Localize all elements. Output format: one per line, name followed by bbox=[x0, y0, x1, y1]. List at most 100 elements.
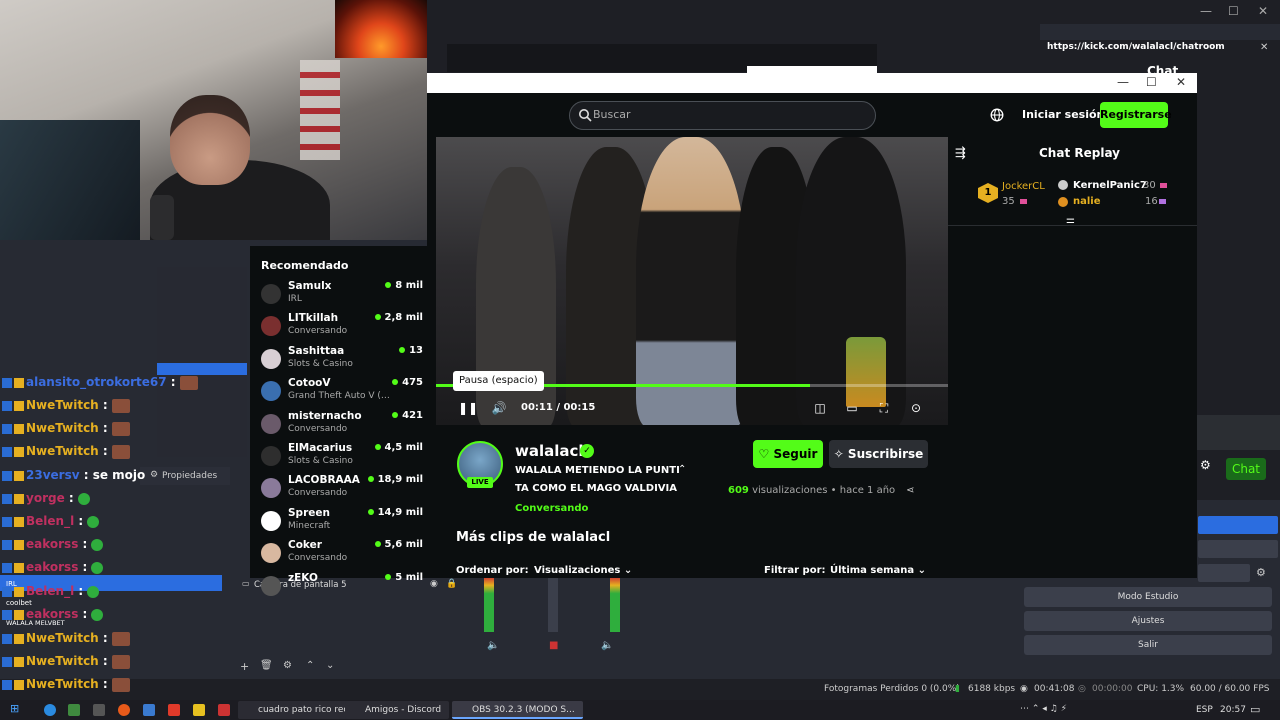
sidebar-channel[interactable]: ElMacarius Slots & Casino 4,5 mil bbox=[259, 442, 425, 474]
brave-icon[interactable] bbox=[168, 704, 180, 716]
app-icon[interactable] bbox=[143, 704, 155, 716]
down-arrow-icon[interactable]: ⌄ bbox=[326, 660, 334, 671]
filter-select[interactable]: Última semana ⌄ bbox=[830, 565, 926, 576]
share-icon[interactable]: ⋖ bbox=[906, 485, 918, 497]
user-badge-icon bbox=[1058, 197, 1068, 207]
close-icon[interactable]: ✕ bbox=[1258, 4, 1268, 18]
streamer-name[interactable]: walalacl bbox=[515, 442, 584, 460]
globe-icon[interactable] bbox=[990, 108, 1004, 122]
gift-badge-icon bbox=[14, 679, 24, 690]
chevron-up-icon[interactable]: ⌃ bbox=[678, 464, 686, 475]
sidebar-channel[interactable]: LACOBRAAA Conversando 18,9 mil bbox=[259, 474, 425, 506]
subscribe-button[interactable]: ✧ Suscribirse bbox=[829, 440, 928, 468]
settings-gear-icon[interactable]: ⚙ bbox=[1256, 566, 1266, 579]
channel-avatar bbox=[261, 381, 281, 402]
firefox-icon[interactable] bbox=[118, 704, 130, 716]
fps: 60.00 / 60.00 FPS bbox=[1190, 684, 1270, 694]
chat-message: yorge : bbox=[2, 491, 90, 505]
channel-category: Conversando bbox=[288, 326, 348, 337]
chat-username: eakorss bbox=[26, 560, 79, 574]
trash-icon[interactable]: 🗑 bbox=[260, 660, 273, 671]
chat-message: NweTwitch : bbox=[2, 631, 130, 646]
rec-indicator-icon: ◉ bbox=[1020, 684, 1028, 694]
clip-category[interactable]: Conversando bbox=[515, 503, 588, 514]
clock[interactable]: 20:57 bbox=[1220, 705, 1246, 715]
exit-button[interactable]: Salir bbox=[1024, 635, 1272, 655]
eye-icon[interactable]: ◉ bbox=[430, 579, 438, 589]
sub-badge-icon bbox=[2, 470, 12, 481]
pause-icon[interactable]: ❚❚ bbox=[458, 401, 478, 417]
chat-username: Belen_l bbox=[26, 514, 75, 528]
bottle-image bbox=[846, 337, 886, 407]
taskbar-app-obs[interactable]: OBS 30.2.3 (MODO S... bbox=[452, 701, 583, 719]
minimize-icon[interactable]: — bbox=[1200, 4, 1212, 18]
mute-icon[interactable]: ■ bbox=[549, 640, 558, 651]
channel-name: LITkillah bbox=[288, 312, 339, 325]
sidebar-channel[interactable]: Spreen Minecraft 14,9 mil bbox=[259, 507, 425, 539]
chat-username: yorge bbox=[26, 491, 65, 505]
edge-icon[interactable] bbox=[44, 704, 56, 716]
channel-name: LACOBRAAA bbox=[288, 474, 360, 487]
speed-icon[interactable]: ⊙ bbox=[908, 401, 924, 417]
register-button[interactable]: Registrarse bbox=[1100, 102, 1172, 128]
gift-badge-icon bbox=[14, 446, 24, 457]
sidebar-channel[interactable]: zEKO 5 mil bbox=[259, 572, 425, 604]
follow-button[interactable]: ♡ Seguir bbox=[753, 440, 823, 468]
speaker-icon[interactable]: 🔈 bbox=[601, 640, 613, 651]
obs-titlebar: — ☐ ✕ bbox=[1040, 0, 1280, 24]
minimize-icon[interactable]: — bbox=[1117, 75, 1129, 89]
gear-icon[interactable]: ⚙ bbox=[1200, 458, 1211, 472]
store-icon[interactable] bbox=[68, 704, 80, 716]
expand-leaderboard-icon[interactable]: ☰ bbox=[1066, 218, 1075, 229]
add-icon[interactable]: + bbox=[240, 660, 249, 673]
channel-viewers: 13 bbox=[399, 345, 423, 356]
taskbar-app-discord[interactable]: Amigos - Discord bbox=[345, 701, 450, 719]
emote-icon bbox=[111, 421, 130, 436]
up-arrow-icon[interactable]: ⌃ bbox=[306, 660, 314, 671]
speaker-icon[interactable]: 🔈 bbox=[487, 640, 499, 651]
sidebar-channel[interactable]: Coker Conversando 5,6 mil bbox=[259, 539, 425, 571]
fullscreen-icon[interactable]: ⛶ bbox=[876, 401, 892, 417]
settings-button[interactable]: Ajustes bbox=[1024, 611, 1272, 631]
notification-icon[interactable]: ▭ bbox=[1250, 703, 1260, 716]
sidebar-channel[interactable]: Sashittaa Slots & Casino 13 bbox=[259, 345, 425, 377]
maximize-icon[interactable]: ☐ bbox=[1228, 4, 1239, 18]
popup-close-icon[interactable]: ✕ bbox=[1260, 42, 1268, 53]
folder-icon[interactable] bbox=[193, 704, 205, 716]
theater-icon[interactable]: ▭ bbox=[844, 401, 860, 417]
sidebar-channel[interactable]: CotooV Grand Theft Auto V (G... 475 bbox=[259, 377, 425, 409]
volume-icon[interactable]: 🔊 bbox=[491, 401, 507, 417]
settings-gear-icon[interactable]: ⚙ bbox=[283, 660, 292, 671]
obs-grey-button-2[interactable] bbox=[1198, 564, 1250, 582]
mail-icon[interactable] bbox=[93, 704, 105, 716]
start-icon[interactable]: ⊞ bbox=[10, 702, 19, 715]
fireplace-image bbox=[335, 0, 427, 58]
collapse-chat-icon[interactable]: ⇶ bbox=[955, 146, 966, 161]
sort-select[interactable]: Visualizaciones ⌄ bbox=[534, 565, 632, 576]
app-icon[interactable] bbox=[218, 704, 230, 716]
popup-chat-button[interactable]: Chat bbox=[1226, 458, 1266, 480]
sidebar-channel[interactable]: Samulx IRL 8 mil bbox=[259, 280, 425, 312]
clip-views: 609 visualizaciones • hace 1 año bbox=[728, 485, 895, 496]
obs-grey-button[interactable] bbox=[1198, 540, 1278, 558]
gift-badge-icon bbox=[14, 423, 24, 434]
more-clips-title: Más clips de walalacl bbox=[456, 530, 611, 545]
leader-name: nalie bbox=[1073, 196, 1101, 207]
obs-blue-button[interactable] bbox=[1198, 516, 1278, 534]
chat-message: NweTwitch : bbox=[2, 444, 130, 459]
tray-icons[interactable]: ⋯ ⌃ ◂ ♫ ⚡ bbox=[1020, 704, 1067, 714]
login-link[interactable]: Iniciar sesión bbox=[1022, 108, 1104, 121]
close-icon[interactable]: ✕ bbox=[1176, 75, 1186, 89]
sidebar-channel[interactable]: LITkillah Conversando 2,8 mil bbox=[259, 312, 425, 344]
chat-separator: : bbox=[74, 584, 84, 598]
maximize-icon[interactable]: ☐ bbox=[1146, 75, 1157, 89]
lock-icon[interactable]: 🔒 bbox=[446, 579, 457, 589]
emote-icon bbox=[87, 585, 100, 598]
chat-message: eakorss : bbox=[2, 607, 104, 621]
chat-separator: : bbox=[98, 444, 108, 458]
language[interactable]: ESP bbox=[1196, 705, 1213, 715]
sub-badge-icon bbox=[2, 446, 12, 457]
sidebar-channel[interactable]: misternacho Conversando 421 bbox=[259, 410, 425, 442]
studio-mode-button[interactable]: Modo Estudio bbox=[1024, 587, 1272, 607]
miniplayer-icon[interactable]: ◫ bbox=[812, 401, 828, 417]
